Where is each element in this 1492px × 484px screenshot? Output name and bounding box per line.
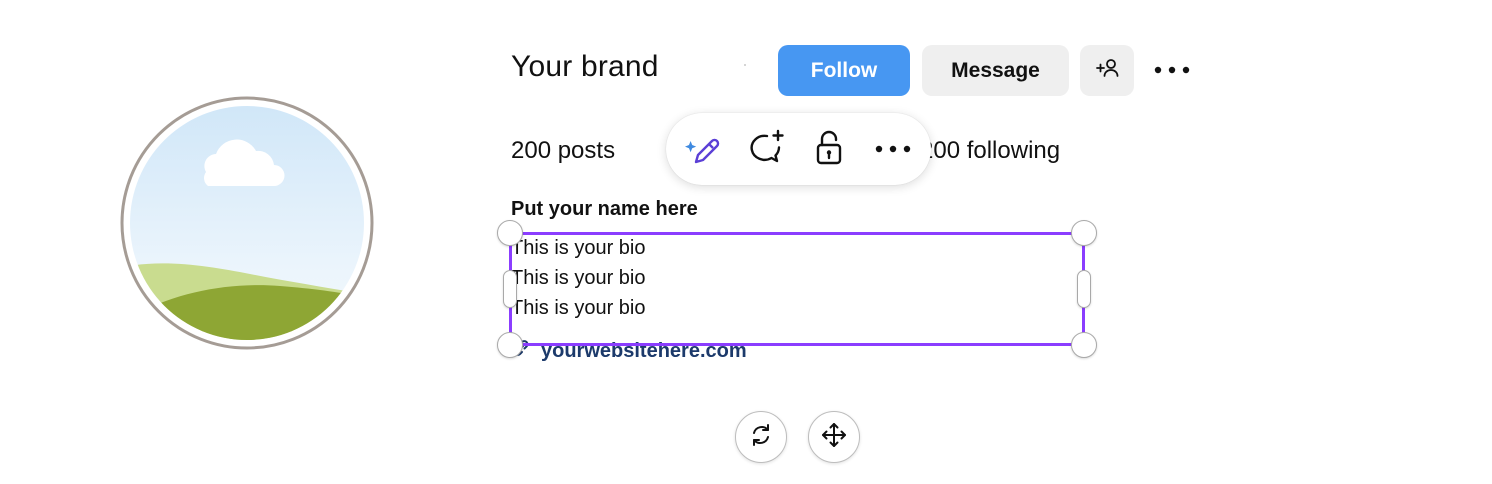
magic-edit-button[interactable] xyxy=(678,127,722,171)
more-horizontal-icon xyxy=(1154,61,1190,79)
add-comment-button[interactable] xyxy=(743,127,787,171)
magic-pen-icon xyxy=(678,125,722,174)
website-text: yourwebsitehere.com xyxy=(541,339,747,362)
profile-options-button[interactable] xyxy=(1151,55,1193,85)
resize-handle-right[interactable] xyxy=(1077,270,1091,308)
follow-button[interactable]: Follow xyxy=(778,45,910,96)
resize-handle-left[interactable] xyxy=(503,270,517,308)
more-horizontal-icon xyxy=(874,140,912,158)
bio-line: This is your bio xyxy=(511,297,646,319)
profile-bio[interactable]: This is your bio This is your bio This i… xyxy=(511,233,646,323)
resize-handle-top-right[interactable] xyxy=(1071,220,1097,246)
toolbar-more-button[interactable] xyxy=(871,127,915,171)
resize-handle-top-left[interactable] xyxy=(497,220,523,246)
bio-line: This is your bio xyxy=(511,267,646,289)
profile-name[interactable]: Put your name here xyxy=(511,198,698,221)
rotate-icon xyxy=(747,421,775,454)
floating-toolbar xyxy=(666,113,931,185)
add-user-button[interactable] xyxy=(1080,45,1134,96)
posts-count: 200 posts xyxy=(511,137,616,164)
title-separator-dot xyxy=(744,64,746,66)
profile-avatar[interactable] xyxy=(120,96,374,350)
following-count: 200 following xyxy=(920,137,1061,164)
lock-button[interactable] xyxy=(807,127,851,171)
rotate-button[interactable] xyxy=(735,411,787,463)
profile-username[interactable]: Your brand xyxy=(511,50,659,84)
add-user-icon xyxy=(1094,57,1120,85)
move-icon xyxy=(820,421,848,454)
comment-add-icon xyxy=(743,125,787,174)
move-button[interactable] xyxy=(808,411,860,463)
message-button[interactable]: Message xyxy=(922,45,1069,96)
unlock-icon xyxy=(807,125,851,174)
resize-handle-bottom-right[interactable] xyxy=(1071,332,1097,358)
bio-line: This is your bio xyxy=(511,237,646,259)
profile-website-link[interactable]: yourwebsitehere.com xyxy=(511,338,747,364)
avatar-landscape-image xyxy=(120,96,374,350)
resize-handle-bottom-left[interactable] xyxy=(497,332,523,358)
